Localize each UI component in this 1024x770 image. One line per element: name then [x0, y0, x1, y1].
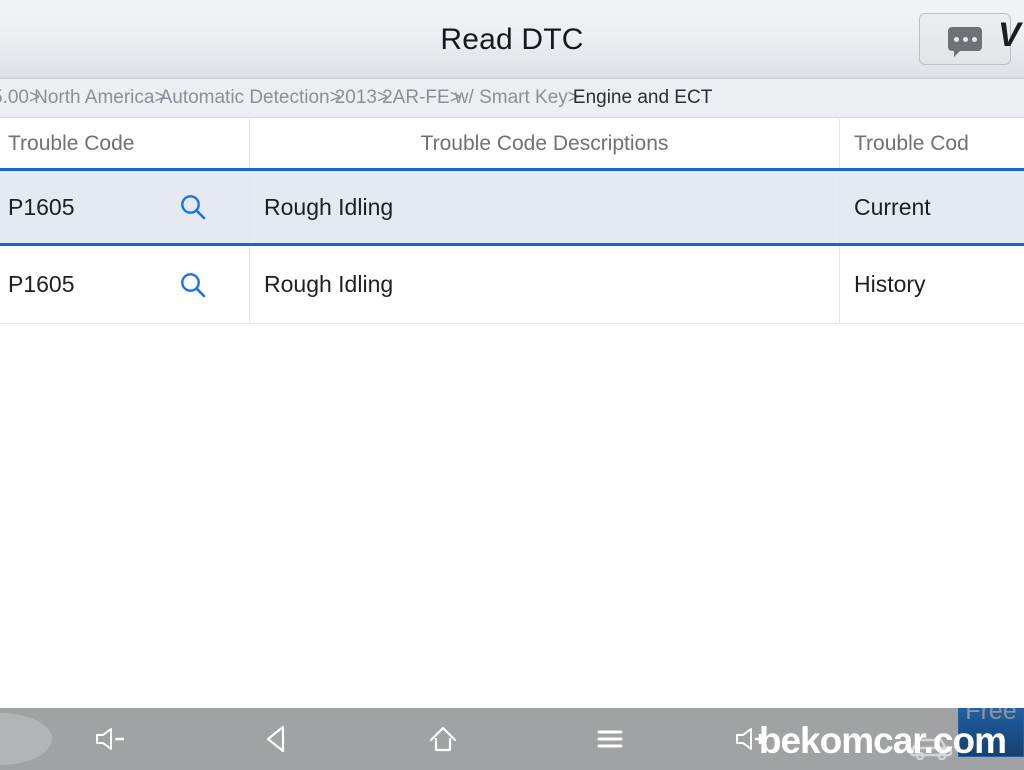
column-header-trouble-code[interactable]: Trouble Code	[0, 119, 250, 168]
breadcrumb-item-0[interactable]: 5.00	[0, 87, 29, 109]
breadcrumb: 5.00> North America> Automatic Detection…	[0, 79, 1024, 118]
chat-dot-3	[971, 36, 977, 42]
nav-left-indicator	[0, 713, 52, 765]
home-button[interactable]	[413, 708, 473, 770]
table-row[interactable]: P1605 Rough Idling Current	[0, 168, 1024, 246]
chat-dot-2	[962, 36, 968, 42]
column-header-trouble-code-status[interactable]: Trouble Cod	[840, 119, 1024, 168]
free-badge[interactable]: Free	[958, 708, 1024, 757]
cell-trouble-code-status: History	[854, 271, 926, 297]
navigation-bar: Free bekomcar.com	[0, 708, 1024, 770]
chat-dot-1	[953, 36, 959, 42]
car-logo-icon	[909, 738, 953, 760]
title-bar: Read DTC V	[0, 0, 1024, 79]
trouble-code-value: P1605	[8, 271, 75, 297]
breadcrumb-item-1[interactable]: North America	[34, 87, 154, 109]
search-icon[interactable]	[178, 270, 208, 300]
free-badge-label: Free	[965, 708, 1017, 725]
page-title: Read DTC	[440, 22, 584, 56]
home-icon	[430, 726, 457, 752]
cell-trouble-code-description: Rough Idling	[250, 171, 840, 243]
back-button[interactable]	[247, 708, 307, 770]
back-triangle-icon	[266, 725, 284, 753]
volume-up-button[interactable]	[722, 708, 782, 770]
chat-bubble-icon	[948, 27, 982, 57]
table-row[interactable]: P1605 Rough Idling History	[0, 246, 1024, 324]
hamburger-menu-icon	[597, 730, 623, 748]
nav-icon-group	[80, 708, 640, 770]
breadcrumb-item-4[interactable]: 2AR-FE	[382, 87, 450, 109]
menu-button[interactable]	[580, 708, 640, 770]
search-icon[interactable]	[178, 192, 208, 222]
cell-trouble-code: P1605	[0, 246, 250, 323]
breadcrumb-item-6[interactable]: Engine and ECT	[573, 87, 712, 109]
table-header-row: Trouble Code Trouble Code Descriptions T…	[0, 119, 1024, 171]
cell-trouble-code: P1605	[0, 171, 250, 243]
volume-down-icon	[96, 728, 124, 750]
breadcrumb-item-3[interactable]: 2013	[335, 87, 377, 109]
trouble-code-value: P1605	[8, 193, 75, 220]
brand-logo: V	[998, 16, 1021, 54]
cell-trouble-code-status: Current	[854, 193, 931, 220]
cell-trouble-code-description: Rough Idling	[250, 246, 840, 323]
breadcrumb-item-2[interactable]: Automatic Detection	[160, 87, 330, 109]
dtc-table: Trouble Code Trouble Code Descriptions T…	[0, 119, 1024, 324]
column-header-trouble-code-descriptions[interactable]: Trouble Code Descriptions	[250, 119, 840, 168]
volume-down-button[interactable]	[80, 708, 140, 770]
volume-up-icon	[736, 728, 765, 750]
table-body: P1605 Rough Idling Current P1605 Rough Idlin…	[0, 168, 1024, 324]
breadcrumb-item-5[interactable]: w/ Smart Key	[455, 87, 568, 109]
app-root: Read DTC V 5.00> North America> Automati…	[0, 0, 1024, 770]
